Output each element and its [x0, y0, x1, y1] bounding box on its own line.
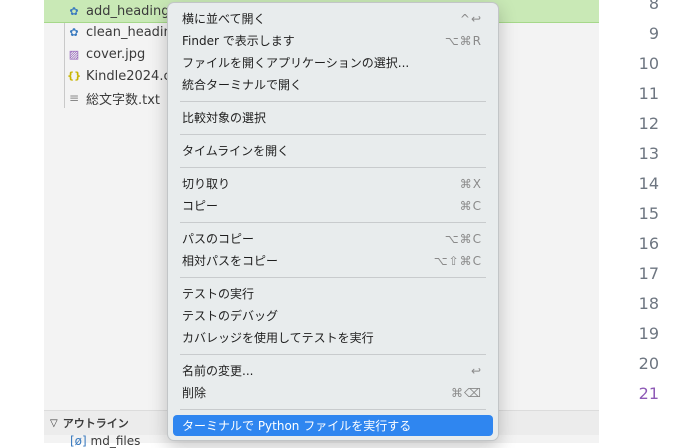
menu-item-open-with[interactable]: ファイルを開くアプリケーションの選択...: [173, 52, 493, 73]
menu-item-run-tests[interactable]: テストの実行: [173, 283, 493, 304]
line-number: 14: [638, 174, 659, 193]
menu-item-debug-tests[interactable]: テストのデバッグ: [173, 305, 493, 326]
outline-title: アウトライン: [62, 417, 129, 430]
menu-item-open-to-side[interactable]: 横に並べて開く ^↩: [173, 8, 493, 29]
line-number: 13: [638, 144, 659, 163]
menu-separator: [180, 134, 486, 135]
line-number: 12: [638, 114, 659, 133]
file-name: clean_headin: [86, 24, 172, 40]
shortcut: ⌥⌘R: [444, 33, 482, 48]
file-name: Kindle2024.c: [86, 68, 171, 84]
menu-separator: [180, 222, 486, 223]
chevron-down-icon: ▽: [50, 417, 58, 429]
menu-item-run-tests-with-coverage[interactable]: カバレッジを使用してテストを実行: [173, 327, 493, 348]
shortcut: ⌘C: [459, 198, 482, 213]
menu-item-copy-relative-path[interactable]: 相対パスをコピー ⌥⇧⌘C: [173, 250, 493, 271]
file-name: add_heading_: [86, 3, 177, 19]
line-number: 16: [638, 234, 659, 253]
line-number: 17: [638, 264, 659, 283]
menu-separator: [180, 101, 486, 102]
file-name: cover.jpg: [86, 46, 146, 62]
menu-item-reveal-in-finder[interactable]: Finder で表示します ⌥⌘R: [173, 30, 493, 51]
menu-item-copy-path[interactable]: パスのコピー ⌥⌘C: [173, 228, 493, 249]
shortcut: ↩: [470, 363, 482, 378]
menu-separator: [180, 354, 486, 355]
line-number: 18: [638, 294, 659, 313]
line-number-active: 21: [638, 384, 659, 403]
menu-item-delete[interactable]: 削除 ⌘⌫: [173, 382, 493, 403]
shortcut: ⌘X: [459, 176, 482, 191]
menu-item-copy[interactable]: コピー ⌘C: [173, 195, 493, 216]
shortcut: ⌥⇧⌘C: [433, 253, 482, 268]
shortcut: ⌥⌘C: [444, 231, 482, 246]
line-number: 15: [638, 204, 659, 223]
line-number: 8: [648, 0, 659, 13]
line-number: 10: [638, 54, 659, 73]
line-number: 9: [648, 24, 659, 43]
line-number: 20: [638, 354, 659, 373]
json-file-icon: {}: [67, 70, 82, 82]
outline-item-label: md_files: [90, 434, 141, 448]
symbol-icon: [ø]: [70, 434, 91, 448]
menu-item-select-for-compare[interactable]: 比較対象の選択: [173, 107, 493, 128]
menu-item-open-timeline[interactable]: タイムラインを開く: [173, 140, 493, 161]
line-number: 11: [638, 84, 659, 103]
menu-item-run-python-in-terminal[interactable]: ターミナルで Python ファイルを実行する: [173, 415, 493, 436]
menu-separator: [180, 409, 486, 410]
outline-item[interactable]: [ø] md_files: [70, 434, 140, 448]
line-number: 19: [638, 324, 659, 343]
menu-item-open-in-terminal[interactable]: 統合ターミナルで開く: [173, 74, 493, 95]
file-name: 総文字数.txt: [86, 92, 161, 108]
menu-separator: [180, 277, 486, 278]
python-file-icon: ✿: [69, 25, 79, 39]
shortcut: ⌘⌫: [451, 385, 482, 400]
context-menu: 横に並べて開く ^↩ Finder で表示します ⌥⌘R ファイルを開くアプリケ…: [167, 2, 499, 441]
menu-item-rename[interactable]: 名前の変更... ↩: [173, 360, 493, 381]
menu-item-cut[interactable]: 切り取り ⌘X: [173, 173, 493, 194]
menu-separator: [180, 167, 486, 168]
python-file-icon: ✿: [69, 4, 79, 18]
image-file-icon: ▨: [68, 47, 80, 61]
text-file-icon: ≡: [68, 91, 80, 105]
shortcut: ^↩: [459, 11, 482, 26]
